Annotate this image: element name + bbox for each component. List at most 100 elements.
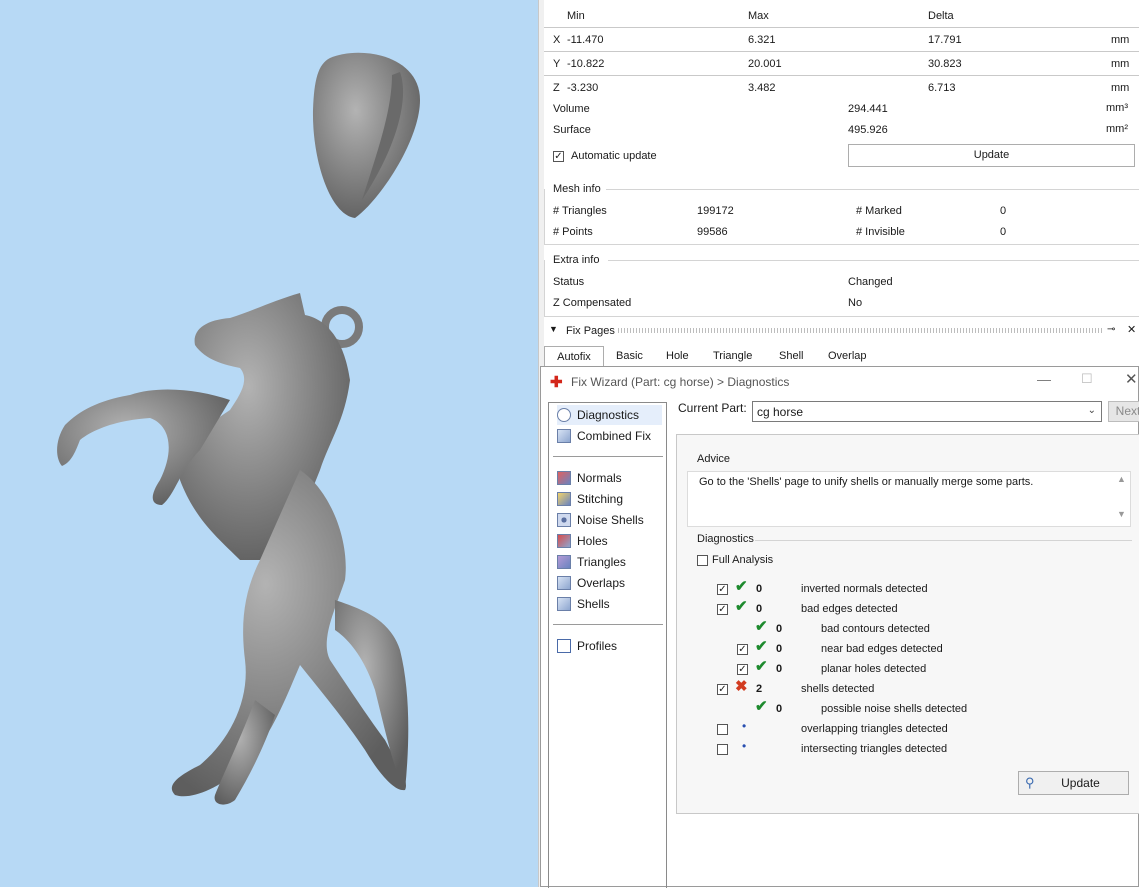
tab-autofix[interactable]: Autofix (544, 346, 604, 366)
near-bad-edges-checkbox[interactable]: ✓ (737, 644, 748, 655)
ok-check-icon: ✔ (735, 598, 748, 615)
z-delta: 6.713 (928, 82, 956, 94)
divider (544, 27, 1139, 28)
x-unit: mm (1111, 34, 1130, 46)
inverted-normals-checkbox[interactable]: ✓ (717, 584, 728, 595)
pin-icon[interactable]: ⊸ (1107, 324, 1115, 335)
fix-wizard-dialog: ✚ Fix Wizard (Part: cg horse) > Diagnost… (540, 366, 1139, 888)
chevron-down-icon: ⌄ (1087, 405, 1096, 416)
close-icon[interactable]: ✕ (1127, 323, 1136, 336)
full-analysis-label: Full Analysis (712, 554, 774, 566)
extra-info-rule (608, 260, 1139, 261)
axis-z: Z (553, 82, 560, 94)
tab-hole[interactable]: Hole (666, 346, 689, 366)
y-min: -10.822 (567, 58, 605, 70)
invisible-label: # Invisible (856, 226, 905, 238)
z-max: 3.482 (748, 82, 776, 94)
intersecting-checkbox[interactable] (717, 744, 728, 755)
magnifier-icon (557, 408, 571, 422)
shells-icon (557, 597, 571, 611)
diagnostics-title: Diagnostics (695, 533, 756, 545)
triangles-icon (557, 555, 571, 569)
invisible-value: 0 (1000, 226, 1007, 238)
status-value: Changed (848, 276, 893, 288)
x-max: 6.321 (748, 34, 776, 46)
holes-icon (557, 534, 571, 548)
axis-x: X (553, 34, 561, 46)
planar-holes-checkbox[interactable]: ✓ (737, 664, 748, 675)
max-header: Max (748, 10, 769, 22)
nav-diagnostics[interactable]: Diagnostics (557, 405, 662, 425)
pending-dot-icon: • (742, 739, 747, 753)
profiles-icon (557, 639, 571, 653)
tab-overlap[interactable]: Overlap (828, 346, 867, 366)
bail-part (312, 52, 420, 218)
maximize-icon[interactable]: ☐ (1081, 371, 1093, 387)
automatic-update-checkbox[interactable]: ✓ (553, 151, 564, 162)
overlapping-checkbox[interactable] (717, 724, 728, 735)
collapse-arrow-icon[interactable]: ▼ (549, 324, 558, 334)
3d-viewport[interactable] (0, 0, 538, 887)
marked-label: # Marked (856, 205, 902, 217)
drag-grip[interactable] (618, 328, 1102, 333)
bad-edges-count: 0 (756, 603, 763, 615)
wizard-content: Advice Go to the 'Shells' page to unify … (676, 434, 1139, 814)
fix-pages-title: Fix Pages (566, 325, 615, 337)
bad-edges-label: bad edges detected (801, 603, 898, 615)
triangles-value: 199172 (697, 205, 734, 217)
close-dialog-icon[interactable]: ✕ (1125, 370, 1138, 388)
nav-normals[interactable]: Normals (557, 468, 622, 488)
inverted-normals-count: 0 (756, 583, 763, 595)
noise-shells-label: possible noise shells detected (821, 703, 968, 715)
current-part-value: cg horse (757, 405, 804, 419)
axis-y: Y (553, 58, 561, 70)
update-button[interactable]: Update (848, 144, 1135, 167)
nav-holes[interactable]: Holes (557, 531, 608, 551)
app-cross-icon: ✚ (550, 374, 563, 391)
marked-value: 0 (1000, 205, 1007, 217)
points-value: 99586 (697, 226, 728, 238)
combined-fix-icon (557, 429, 571, 443)
advice-title: Advice (695, 453, 733, 465)
diagnostics-update-button[interactable]: ⚲ Update (1018, 771, 1129, 795)
error-x-icon: ✖ (735, 678, 748, 695)
near-bad-edges-count: 0 (776, 643, 783, 655)
points-label: # Points (553, 226, 593, 238)
planar-holes-count: 0 (776, 663, 783, 675)
min-header: Min (567, 10, 585, 22)
nav-combined-fix[interactable]: Combined Fix (557, 426, 651, 446)
divider (544, 75, 1139, 76)
full-analysis-checkbox[interactable] (697, 555, 708, 566)
x-delta: 17.791 (928, 34, 962, 46)
z-compensated-label: Z Compensated (553, 297, 632, 309)
tab-shell[interactable]: Shell (779, 346, 803, 366)
nav-stitching[interactable]: Stitching (557, 489, 623, 509)
noise-shells-icon (557, 513, 571, 527)
overlapping-label: overlapping triangles detected (801, 723, 948, 735)
mesh-info-title: Mesh info (553, 183, 601, 195)
tab-triangle[interactable]: Triangle (713, 346, 752, 366)
nav-shells[interactable]: Shells (557, 594, 610, 614)
delta-header: Delta (928, 10, 954, 22)
wizard-nav: Diagnostics Combined Fix Normals Stitchi… (548, 402, 667, 888)
nav-profiles[interactable]: Profiles (557, 636, 617, 656)
near-bad-edges-label: near bad edges detected (821, 643, 943, 655)
shells-checkbox[interactable]: ✓ (717, 684, 728, 695)
next-button[interactable]: Next (1108, 401, 1139, 422)
ok-check-icon: ✔ (755, 638, 768, 655)
scroll-up-icon[interactable]: ▲ (1117, 474, 1126, 484)
minimize-icon[interactable]: — (1037, 371, 1051, 387)
tab-basic[interactable]: Basic (616, 346, 643, 366)
normals-icon (557, 471, 571, 485)
scroll-down-icon[interactable]: ▼ (1117, 509, 1126, 519)
nav-noise-shells[interactable]: Noise Shells (557, 510, 644, 530)
inverted-normals-label: inverted normals detected (801, 583, 928, 595)
current-part-select[interactable]: cg horse ⌄ (752, 401, 1102, 422)
nav-overlaps[interactable]: Overlaps (557, 573, 625, 593)
bad-edges-checkbox[interactable]: ✓ (717, 604, 728, 615)
shells-count: 2 (756, 683, 763, 695)
y-max: 20.001 (748, 58, 782, 70)
intersecting-label: intersecting triangles detected (801, 743, 948, 755)
planar-holes-label: planar holes detected (821, 663, 927, 675)
nav-triangles[interactable]: Triangles (557, 552, 626, 572)
